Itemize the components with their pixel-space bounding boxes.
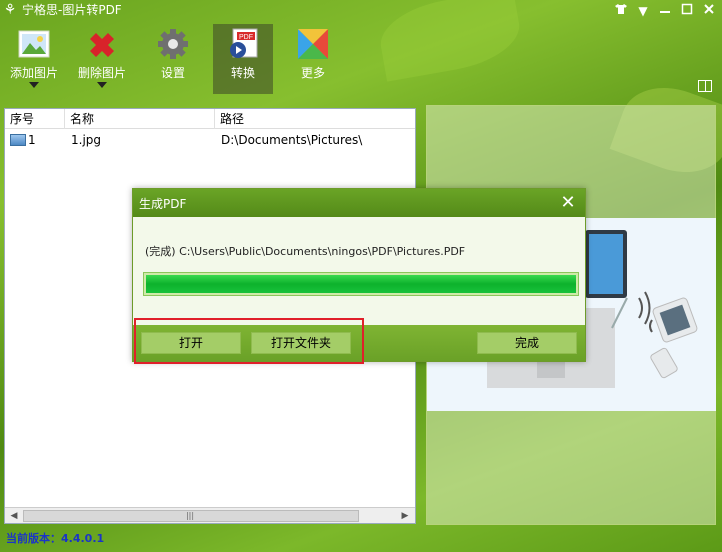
scroll-left-icon[interactable]: ◀ <box>8 510 20 522</box>
dialog-title: 生成PDF <box>139 197 187 211</box>
progress-bar <box>143 272 579 296</box>
layout-toggle-icon[interactable] <box>698 80 712 92</box>
menu-icon[interactable]: ▼ <box>634 3 652 19</box>
chevron-down-icon[interactable] <box>29 82 39 88</box>
column-header-path[interactable]: 路径 <box>215 109 415 129</box>
horizontal-scrollbar[interactable]: ◀ ||| ▶ <box>5 507 415 523</box>
tool-label: 更多 <box>300 66 325 80</box>
more-icon <box>295 26 331 62</box>
add-image-icon <box>16 26 52 62</box>
scrollbar-thumb[interactable]: ||| <box>23 510 359 522</box>
chevron-down-icon[interactable] <box>97 82 107 88</box>
dialog-body: (完成) C:\Users\Public\Documents\ningos\PD… <box>133 217 585 325</box>
skin-icon[interactable] <box>612 3 630 19</box>
delete-image-icon <box>84 26 120 62</box>
progress-fill <box>146 275 576 293</box>
gear-icon <box>155 26 191 62</box>
add-image-button[interactable]: 添加图片 <box>6 24 62 94</box>
close-icon[interactable] <box>700 3 718 19</box>
title-bar: ⚘ 宁格思-图片转PDF ▼ <box>0 0 722 22</box>
convert-pdf-icon: PDF <box>225 26 261 62</box>
tool-label: 添加图片 <box>9 66 58 80</box>
minimize-icon[interactable] <box>656 3 674 19</box>
app-title: 宁格思-图片转PDF <box>22 3 122 17</box>
tool-label: 删除图片 <box>77 66 126 80</box>
svg-text:PDF: PDF <box>239 34 253 41</box>
column-header-index[interactable]: 序号 <box>5 109 65 129</box>
done-button[interactable]: 完成 <box>477 332 577 354</box>
convert-button[interactable]: PDF 转换 <box>213 24 273 94</box>
row-index: 1 <box>28 133 36 147</box>
grip-icon: ||| <box>185 511 195 520</box>
row-name: 1.jpg <box>71 133 102 147</box>
scroll-right-icon[interactable]: ▶ <box>399 510 411 522</box>
tool-label: 设置 <box>160 66 185 80</box>
file-list-header: 序号 名称 路径 <box>5 109 415 129</box>
app-logo-icon: ⚘ <box>3 2 17 18</box>
row-path: D:\Documents\Pictures\ <box>221 133 363 147</box>
highlight-box <box>134 318 364 364</box>
delete-image-button[interactable]: 删除图片 <box>74 24 130 94</box>
maximize-icon[interactable] <box>678 3 696 19</box>
output-path-message: (完成) C:\Users\Public\Documents\ningos\PD… <box>145 245 466 258</box>
settings-button[interactable]: 设置 <box>148 24 198 94</box>
version-label: 当前版本：4.4.0.1 <box>6 532 105 545</box>
tool-label: 转换 <box>230 66 255 80</box>
close-icon[interactable]: ✕ <box>557 192 579 214</box>
dialog-title-bar: 生成PDF ✕ <box>133 189 585 217</box>
more-button[interactable]: 更多 <box>288 24 338 94</box>
column-header-name[interactable]: 名称 <box>65 109 215 129</box>
table-row[interactable]: 1 1.jpg D:\Documents\Pictures\ <box>5 130 415 150</box>
